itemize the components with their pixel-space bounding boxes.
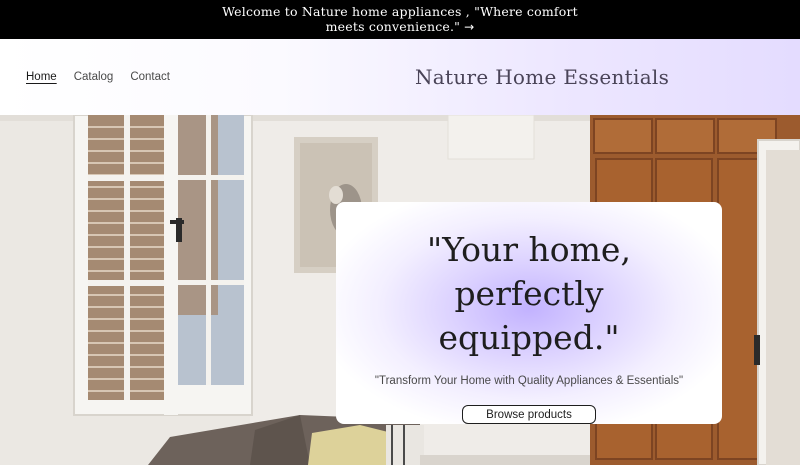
announcement-text: Welcome to Nature home appliances , "Whe… bbox=[222, 4, 578, 34]
nav-link-home[interactable]: Home bbox=[26, 71, 57, 83]
window-left bbox=[73, 115, 253, 416]
arrow-right-icon: → bbox=[464, 20, 475, 34]
site-header: Home Catalog Contact Nature Home Essenti… bbox=[0, 39, 800, 115]
hero-subheading: "Transform Your Home with Quality Applia… bbox=[374, 375, 684, 387]
main-nav: Home Catalog Contact bbox=[26, 39, 170, 115]
announcement-bar: Welcome to Nature home appliances , "Whe… bbox=[0, 0, 800, 39]
hero-card: "Your home, perfectly equipped." "Transf… bbox=[336, 202, 722, 424]
announcement-link[interactable]: Welcome to Nature home appliances , "Whe… bbox=[220, 4, 580, 35]
hero-heading: "Your home, perfectly equipped." bbox=[427, 230, 631, 357]
brand-logo-text[interactable]: Nature Home Essentials bbox=[415, 39, 669, 115]
browse-products-button[interactable]: Browse products bbox=[462, 405, 596, 424]
hero-banner: "Your home, perfectly equipped." "Transf… bbox=[0, 115, 800, 465]
nav-link-contact[interactable]: Contact bbox=[130, 71, 170, 83]
nav-link-catalog[interactable]: Catalog bbox=[74, 71, 114, 83]
